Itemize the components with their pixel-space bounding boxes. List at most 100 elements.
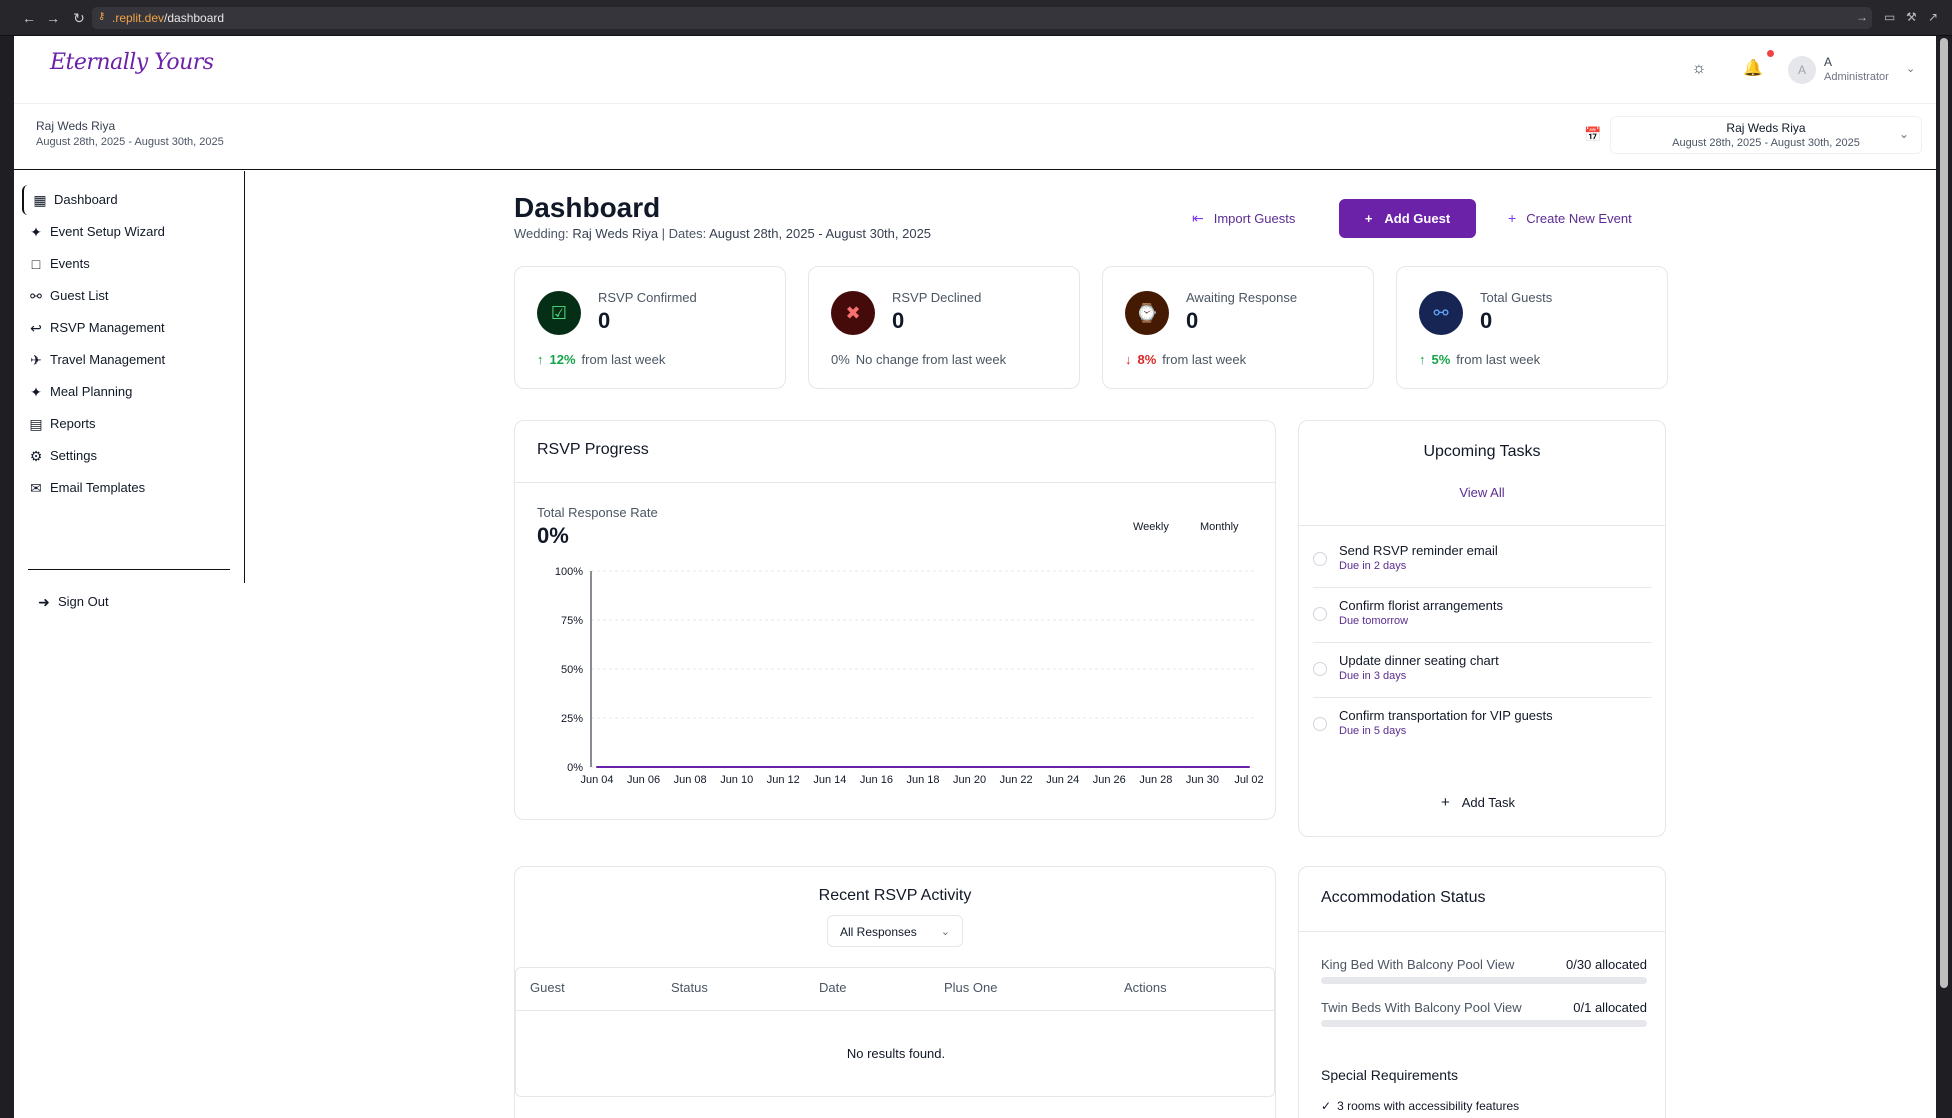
- task-checkbox[interactable]: [1313, 662, 1327, 676]
- empty-state: No results found.: [846, 1046, 946, 1061]
- task-title: Send RSVP reminder email: [1339, 543, 1498, 558]
- x-tick-label: Jun 20: [953, 774, 986, 786]
- import-guests-button[interactable]: ⇤ Import Guests: [1192, 200, 1295, 236]
- notification-dot: [1767, 50, 1774, 57]
- user-name[interactable]: A: [1824, 55, 1832, 69]
- monthly-toggle[interactable]: Monthly: [1200, 521, 1239, 533]
- y-tick-label: 0%: [567, 762, 583, 774]
- sidebar-item-reports[interactable]: ▤ Reports: [22, 409, 232, 439]
- column-header-guest[interactable]: Guest: [530, 980, 565, 995]
- event-dates: August 28th, 2025 - August 30th, 2025: [36, 136, 224, 148]
- rsvp-progress-card: RSVP Progress Total Response Rate 0% Wee…: [514, 420, 1276, 820]
- sidebar-item-label: Guest List: [50, 288, 109, 303]
- event-title: Raj Weds Riya: [36, 119, 116, 133]
- response-filter-select[interactable]: All Responses ⌄: [827, 915, 963, 947]
- room-allocated: 0/30 allocated: [1566, 957, 1647, 972]
- sidebar-item-rsvp-management[interactable]: ↩ RSVP Management: [22, 313, 232, 343]
- task-due: Due in 5 days: [1339, 725, 1407, 737]
- plus-icon: +: [1364, 211, 1373, 226]
- calendar-icon: □: [31, 256, 41, 272]
- task-item: Send RSVP reminder email Due in 2 days: [1313, 533, 1652, 588]
- weekly-toggle[interactable]: Weekly: [1133, 521, 1169, 533]
- accommodation-title: Accommodation Status: [1321, 889, 1486, 906]
- sidebar-item-events[interactable]: □ Events: [22, 249, 232, 279]
- x-tick-label: Jun 08: [674, 774, 707, 786]
- user-role: Administrator: [1824, 71, 1889, 83]
- special-requirement-text: 3 rooms with accessibility features: [1337, 1099, 1520, 1113]
- site-info-icon[interactable]: ⚷: [98, 11, 105, 22]
- grid-icon: ▦: [33, 192, 47, 208]
- sidebar-item-label: Meal Planning: [50, 384, 133, 399]
- task-title: Confirm transportation for VIP guests: [1339, 708, 1553, 723]
- column-header-date[interactable]: Date: [819, 980, 846, 995]
- y-tick-label: 100%: [555, 566, 583, 578]
- arrow-up-icon: ↑: [1419, 352, 1426, 367]
- data-point: [875, 766, 878, 768]
- sidebar-item-meal-planning[interactable]: ✦ Meal Planning: [22, 377, 232, 407]
- forward-small-icon[interactable]: →: [1856, 10, 1868, 24]
- external-link-icon[interactable]: ↗: [1928, 10, 1938, 24]
- x-tick-label: Jun 16: [860, 774, 893, 786]
- y-tick-label: 75%: [561, 615, 583, 627]
- sidebar-item-travel-management[interactable]: ✈ Travel Management: [22, 345, 232, 375]
- sidebar-item-label: Events: [50, 256, 90, 271]
- task-checkbox[interactable]: [1313, 607, 1327, 621]
- arrow-up-icon: ↑: [537, 352, 544, 367]
- stat-change-note: from last week: [581, 352, 666, 367]
- stat-card-rsvp-confirmed: ☑ RSVP Confirmed 0 ↑ 12% from last week: [514, 266, 786, 389]
- x-tick-label: Jun 06: [627, 774, 660, 786]
- tools-icon[interactable]: ⚒: [1906, 10, 1917, 24]
- logo[interactable]: Eternally Yours: [50, 50, 214, 75]
- sign-out-button[interactable]: ➜ Sign Out: [30, 587, 240, 617]
- theme-toggle-icon[interactable]: ☼: [1688, 58, 1710, 80]
- sidebar-item-dashboard[interactable]: ▦ Dashboard: [22, 185, 232, 215]
- sidebar-item-email-templates[interactable]: ✉ Email Templates: [22, 473, 232, 503]
- stat-value: 0: [1480, 308, 1493, 333]
- wedding-prefix: Wedding:: [514, 226, 569, 241]
- sidebar-item-event-setup-wizard[interactable]: ✦ Event Setup Wizard: [22, 217, 232, 247]
- avatar[interactable]: A: [1788, 56, 1816, 84]
- sidebar-item-settings[interactable]: ⚙ Settings: [22, 441, 232, 471]
- task-checkbox[interactable]: [1313, 552, 1327, 566]
- task-checkbox[interactable]: [1313, 717, 1327, 731]
- data-point: [1201, 766, 1204, 768]
- sidebar-divider: [28, 569, 230, 570]
- sidebar-item-label: Dashboard: [54, 192, 118, 207]
- sidebar-item-guest-list[interactable]: ⚯ Guest List: [22, 281, 232, 311]
- column-header-actions[interactable]: Actions: [1124, 980, 1167, 995]
- task-item: Confirm transportation for VIP guests Du…: [1313, 698, 1652, 753]
- create-event-button[interactable]: + Create New Event: [1508, 200, 1632, 236]
- utensils-icon: ✦: [30, 384, 42, 400]
- table-header-divider: [516, 1010, 1274, 1011]
- add-guest-button[interactable]: + Add Guest: [1339, 199, 1476, 238]
- stat-change-value: 0%: [831, 352, 850, 367]
- view-all-link[interactable]: View All: [1299, 485, 1665, 500]
- import-icon: ⇤: [1192, 210, 1204, 226]
- screen-icon[interactable]: ▭: [1884, 10, 1895, 24]
- data-point: [968, 766, 971, 768]
- scrollbar-thumb[interactable]: [1940, 38, 1948, 988]
- sidebar-item-label: Reports: [50, 416, 96, 431]
- task-due: Due in 2 days: [1339, 560, 1407, 572]
- reload-icon[interactable]: ↻: [70, 9, 88, 27]
- chevron-down-icon[interactable]: ⌄: [1906, 62, 1915, 75]
- address-bar[interactable]: .replit.dev/dashboard: [92, 7, 1872, 29]
- stat-label: Awaiting Response: [1186, 290, 1298, 305]
- room-allocation-row: King Bed With Balcony Pool View 0/30 all…: [1321, 957, 1647, 984]
- column-header-plus-one[interactable]: Plus One: [944, 980, 997, 995]
- column-header-status[interactable]: Status: [671, 980, 708, 995]
- stat-value: 0: [1186, 308, 1199, 333]
- rsvp-line-chart: 100% 75% 50% 25% 0%Jun 04 Jun 06 Jun 08 Jun 10 J…: [555, 566, 1264, 786]
- users-icon: ⚯: [30, 288, 42, 304]
- stat-change-value: 12%: [549, 352, 576, 367]
- back-icon[interactable]: ←: [20, 9, 38, 27]
- mail-icon: ✉: [30, 480, 42, 496]
- event-selector[interactable]: Raj Weds Riya August 28th, 2025 - August…: [1610, 116, 1922, 154]
- allocation-progress-bar: [1321, 977, 1647, 984]
- add-task-button[interactable]: + Add Task: [1441, 794, 1515, 811]
- x-tick-label: Jun 12: [767, 774, 800, 786]
- bell-icon[interactable]: 🔔: [1742, 58, 1764, 80]
- forward-icon[interactable]: →: [44, 9, 62, 27]
- stat-change-note: No change from last week: [855, 352, 1007, 367]
- data-point: [1154, 766, 1157, 768]
